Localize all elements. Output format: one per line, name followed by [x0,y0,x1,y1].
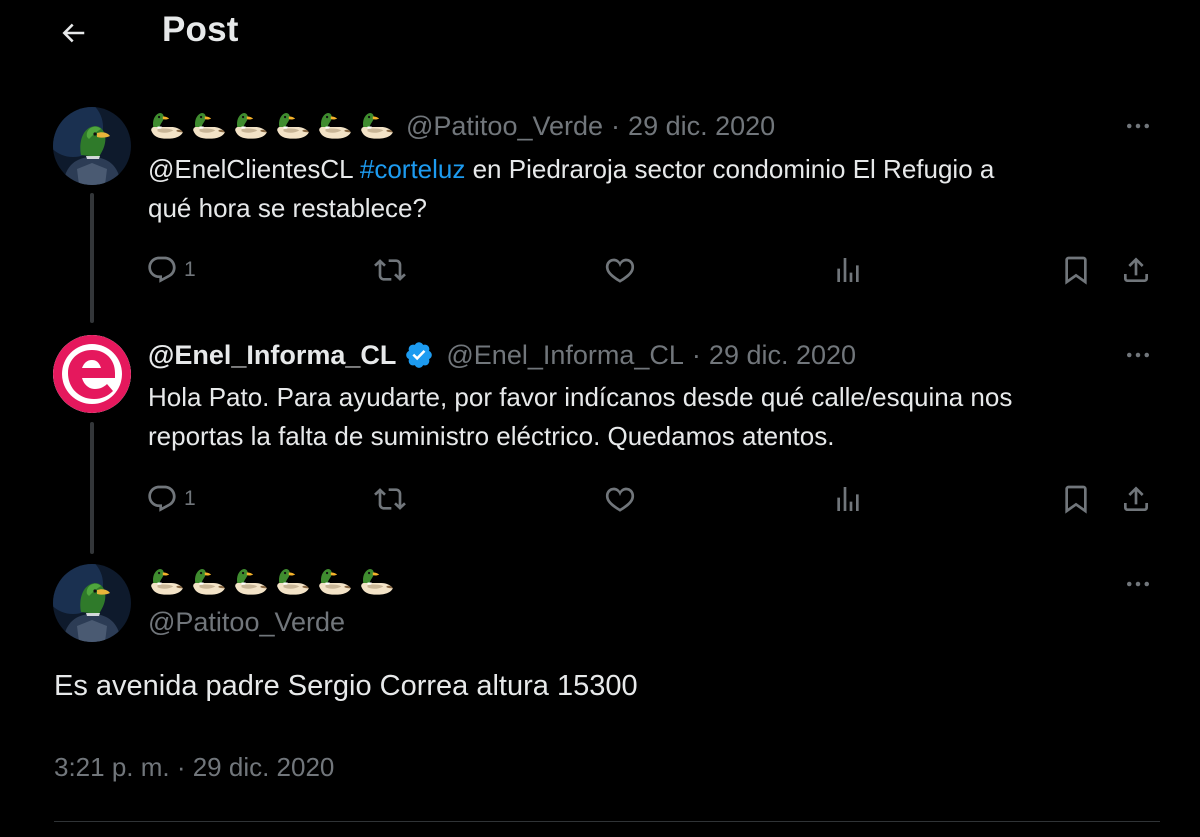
duck-emoji-icon [232,563,270,601]
user-handle[interactable]: @Patitoo_Verde [148,607,345,638]
avatar[interactable] [53,564,131,642]
share-icon [1120,483,1152,515]
main-post-handle-row: @Patitoo_Verde [148,604,345,640]
bookmark-button[interactable] [1060,250,1092,290]
duck-emoji-icon [232,107,270,145]
share-button[interactable] [1120,479,1152,519]
duck-emoji-icon [316,107,354,145]
back-button[interactable] [54,14,92,52]
user-handle[interactable]: @Patitoo_Verde [406,111,603,142]
heart-icon [604,254,636,286]
post-date[interactable]: 29 dic. 2020 [709,340,856,371]
post-text-line: reportas la falta de suministro eléctric… [148,421,835,451]
thread-line [90,422,94,554]
reply-count: 1 [184,258,196,281]
duck-emoji-icon [148,107,186,145]
reply-icon [146,483,178,515]
more-horizontal-icon [1123,569,1153,599]
reply-button[interactable]: 1 [146,250,196,290]
duck-emoji-icon [190,107,228,145]
display-name-emoji[interactable] [148,563,396,601]
reply-count: 1 [184,487,196,510]
divider [54,821,1160,822]
enel-logo-icon [53,335,131,413]
duck-emoji-icon [190,563,228,601]
post-text-line: Hola Pato. Para ayudarte, por favor indí… [148,382,1013,412]
bookmark-icon [1060,483,1092,515]
heart-icon [604,483,636,515]
action-bar: 1 [146,250,1161,290]
post-timestamp[interactable]: 3:21 p. m. · 29 dic. 2020 [54,752,334,783]
more-button[interactable] [1118,566,1158,602]
bookmark-button[interactable] [1060,479,1092,519]
display-name[interactable]: @Enel_Informa_CL [148,340,434,371]
more-button[interactable] [1118,108,1158,144]
post-header: @Enel_Informa_CL @Enel_Informa_CL · 29 d… [148,337,856,373]
repost-icon [374,254,406,286]
avatar[interactable] [53,107,131,185]
header: Post [0,0,1200,66]
like-button[interactable] [604,250,636,290]
post-text-line: @EnelClientesCL #corteluz en Piedraroja … [148,150,1158,189]
verified-badge-icon [404,340,434,370]
arrow-left-icon [62,23,85,43]
main-post-author [148,564,406,600]
page-title: Post [162,10,239,49]
post-header: @Patitoo_Verde · 29 dic. 2020 [148,108,775,144]
avatar[interactable] [53,335,131,413]
user-handle[interactable]: @Enel_Informa_CL [446,340,684,371]
reply-icon [146,254,178,286]
post-text-segment: en Piedraroja sector condominio El Refug… [465,154,995,184]
post-text: Hola Pato. Para ayudarte, por favor indí… [148,378,1158,456]
thread-line [90,193,94,323]
duck-emoji-icon [316,563,354,601]
views-icon [832,254,864,286]
share-icon [1120,254,1152,286]
repost-icon [374,483,406,515]
views-button[interactable] [832,479,864,519]
main-post-text: Es avenida padre Sergio Correa altura 15… [54,670,638,702]
repost-button[interactable] [374,250,406,290]
display-name-emoji[interactable] [148,107,396,145]
separator-dot: · [611,110,621,141]
more-button[interactable] [1118,337,1158,373]
separator-dot: · [691,339,701,370]
action-bar: 1 [146,479,1161,519]
views-button[interactable] [832,250,864,290]
duck-emoji-icon [148,563,186,601]
like-button[interactable] [604,479,636,519]
duck-emoji-icon [358,563,396,601]
duck-emoji-icon [358,107,396,145]
more-horizontal-icon [1123,340,1153,370]
views-icon [832,483,864,515]
repost-button[interactable] [374,479,406,519]
duck-emoji-icon [274,107,312,145]
reply-button[interactable]: 1 [146,479,196,519]
bookmark-icon [1060,254,1092,286]
post-date[interactable]: 29 dic. 2020 [628,111,775,142]
share-button[interactable] [1120,250,1152,290]
more-horizontal-icon [1123,111,1153,141]
post-text-line: qué hora se restablece? [148,193,427,223]
mention-link[interactable]: @EnelClientesCL [148,154,353,184]
hashtag-link[interactable]: #corteluz [360,154,466,184]
duck-emoji-icon [274,563,312,601]
post-text: @EnelClientesCL #corteluz en Piedraroja … [148,150,1158,228]
display-name-text: @Enel_Informa_CL [148,339,397,370]
